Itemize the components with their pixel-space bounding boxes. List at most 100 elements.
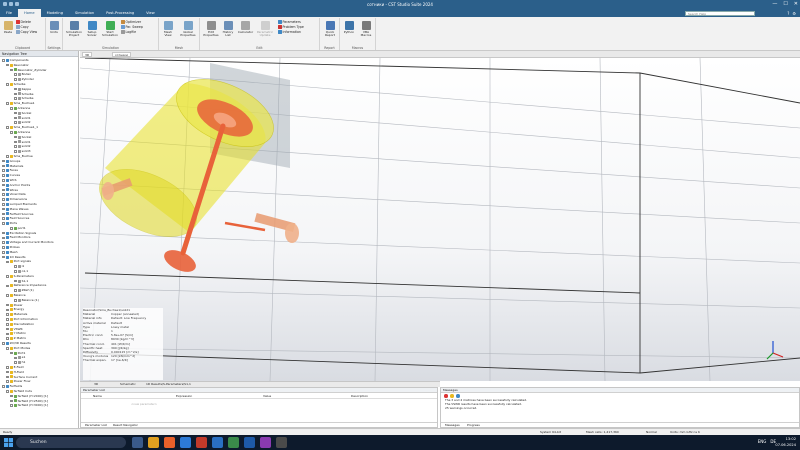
expand-toggle-icon[interactable] xyxy=(6,284,9,288)
copy-view-button[interactable]: Copy View xyxy=(16,30,37,34)
expand-toggle-icon[interactable] xyxy=(6,126,9,129)
expand-toggle-icon[interactable] xyxy=(6,274,9,278)
expand-toggle-icon[interactable] xyxy=(14,298,17,302)
quick-report-button[interactable]: Quick Report xyxy=(322,21,338,38)
expand-toggle-icon[interactable] xyxy=(2,179,5,182)
expand-toggle-icon[interactable] xyxy=(6,318,9,321)
expand-toggle-icon[interactable] xyxy=(6,308,9,312)
menu-view[interactable]: View xyxy=(140,9,161,17)
error-filter-icon[interactable] xyxy=(444,394,448,398)
help-icon[interactable]: ? xyxy=(787,11,789,16)
taskbar-clock[interactable]: 13:02 07.06.2024 xyxy=(775,437,796,448)
expand-toggle-icon[interactable] xyxy=(14,150,17,153)
global-properties-button[interactable]: Global Properties xyxy=(178,21,198,38)
windows-start-icon[interactable] xyxy=(4,438,13,447)
expand-toggle-icon[interactable] xyxy=(10,107,13,110)
information-button[interactable]: Information xyxy=(278,30,301,34)
expand-toggle-icon[interactable] xyxy=(14,97,17,101)
expand-toggle-icon[interactable] xyxy=(6,313,9,316)
new-parameter-row[interactable]: <new parameter> xyxy=(131,402,157,406)
expand-toggle-icon[interactable] xyxy=(6,346,9,350)
python-button[interactable]: Python xyxy=(342,21,356,34)
expand-toggle-icon[interactable] xyxy=(2,174,5,177)
3d-viewport[interactable] xyxy=(80,58,800,381)
expand-toggle-icon[interactable] xyxy=(2,193,5,196)
expand-toggle-icon[interactable] xyxy=(6,102,9,105)
expand-toggle-icon[interactable] xyxy=(14,92,17,96)
expand-toggle-icon[interactable] xyxy=(2,169,5,173)
expand-toggle-icon[interactable] xyxy=(2,188,5,192)
edge-icon[interactable] xyxy=(180,437,191,448)
expand-toggle-icon[interactable] xyxy=(14,140,17,144)
expand-toggle-icon[interactable] xyxy=(14,361,17,364)
expand-toggle-icon[interactable] xyxy=(6,366,9,369)
history-list-button[interactable]: History List xyxy=(221,21,235,38)
help-search-input[interactable]: Search Help xyxy=(685,10,755,16)
expand-toggle-icon[interactable] xyxy=(14,270,17,273)
expand-toggle-icon[interactable] xyxy=(14,356,17,360)
column-value[interactable]: Value xyxy=(263,393,271,399)
expand-toggle-icon[interactable] xyxy=(6,155,9,158)
simulation-project-button[interactable]: Simulation Project xyxy=(65,21,83,38)
expand-toggle-icon[interactable] xyxy=(2,203,5,206)
expand-toggle-icon[interactable] xyxy=(2,217,5,220)
units-button[interactable]: Units xyxy=(47,21,61,34)
excel-icon[interactable] xyxy=(228,437,239,448)
outlook-icon[interactable] xyxy=(212,437,223,448)
expand-toggle-icon[interactable] xyxy=(2,183,5,187)
expand-toggle-icon[interactable] xyxy=(2,255,5,259)
tree-item[interactable]: farfield (f=3000) [1] xyxy=(0,403,78,408)
expand-toggle-icon[interactable] xyxy=(10,404,13,408)
column-description[interactable]: Description xyxy=(351,393,368,399)
expand-toggle-icon[interactable] xyxy=(14,87,17,91)
expand-toggle-icon[interactable] xyxy=(6,332,9,336)
expand-toggle-icon[interactable] xyxy=(6,322,9,326)
column-expression[interactable]: Expression xyxy=(176,393,192,399)
start-simulation-button[interactable]: Start Simulation xyxy=(101,21,119,38)
expand-toggle-icon[interactable] xyxy=(6,63,9,67)
task-view-icon[interactable] xyxy=(132,437,143,448)
expand-toggle-icon[interactable] xyxy=(14,121,17,125)
expand-toggle-icon[interactable] xyxy=(2,164,5,168)
expand-toggle-icon[interactable] xyxy=(6,294,9,297)
maximize-button[interactable]: ☐ xyxy=(783,1,787,7)
onenote-icon[interactable] xyxy=(260,437,271,448)
3d-scene[interactable] xyxy=(80,58,800,381)
expand-toggle-icon[interactable] xyxy=(2,246,5,249)
expand-toggle-icon[interactable] xyxy=(10,394,13,398)
expand-toggle-icon[interactable] xyxy=(2,231,5,235)
app-icon[interactable] xyxy=(196,437,207,448)
expand-toggle-icon[interactable] xyxy=(10,351,13,355)
taskbar-search[interactable]: Suchen xyxy=(16,437,126,448)
expand-toggle-icon[interactable] xyxy=(14,279,17,283)
expand-toggle-icon[interactable] xyxy=(10,226,13,230)
expand-toggle-icon[interactable] xyxy=(6,380,9,384)
app-icon[interactable] xyxy=(276,437,287,448)
column-name[interactable]: Name xyxy=(93,393,102,399)
expand-toggle-icon[interactable] xyxy=(10,399,13,403)
expand-toggle-icon[interactable] xyxy=(6,390,9,393)
edit-properties-button[interactable]: Edit Properties xyxy=(202,21,220,38)
parameters-button[interactable]: Parameters xyxy=(278,20,301,24)
expand-toggle-icon[interactable] xyxy=(14,145,17,149)
expand-toggle-icon[interactable] xyxy=(2,236,5,240)
expand-toggle-icon[interactable] xyxy=(10,68,13,72)
logfile-button[interactable]: Logfile xyxy=(121,30,136,34)
problem-type-button[interactable]: Problem Type xyxy=(278,25,304,29)
language-indicator[interactable]: ENG xyxy=(758,439,767,444)
expand-toggle-icon[interactable] xyxy=(6,303,9,307)
file-explorer-icon[interactable] xyxy=(148,437,159,448)
menu-home[interactable]: Home xyxy=(18,9,41,17)
menu-simulation[interactable]: Simulation xyxy=(69,9,100,17)
expand-toggle-icon[interactable] xyxy=(2,159,5,163)
paste-button[interactable]: Paste xyxy=(1,21,15,34)
copy-button[interactable]: Copy xyxy=(16,25,29,29)
info-filter-icon[interactable] xyxy=(456,394,460,398)
warning-filter-icon[interactable] xyxy=(450,394,454,398)
expand-toggle-icon[interactable] xyxy=(6,370,9,374)
expand-toggle-icon[interactable] xyxy=(6,375,9,379)
expand-toggle-icon[interactable] xyxy=(2,342,5,345)
setup-solver-button[interactable]: Setup Solver xyxy=(85,21,99,38)
close-button[interactable]: ✕ xyxy=(794,1,798,7)
expand-toggle-icon[interactable] xyxy=(10,131,13,134)
